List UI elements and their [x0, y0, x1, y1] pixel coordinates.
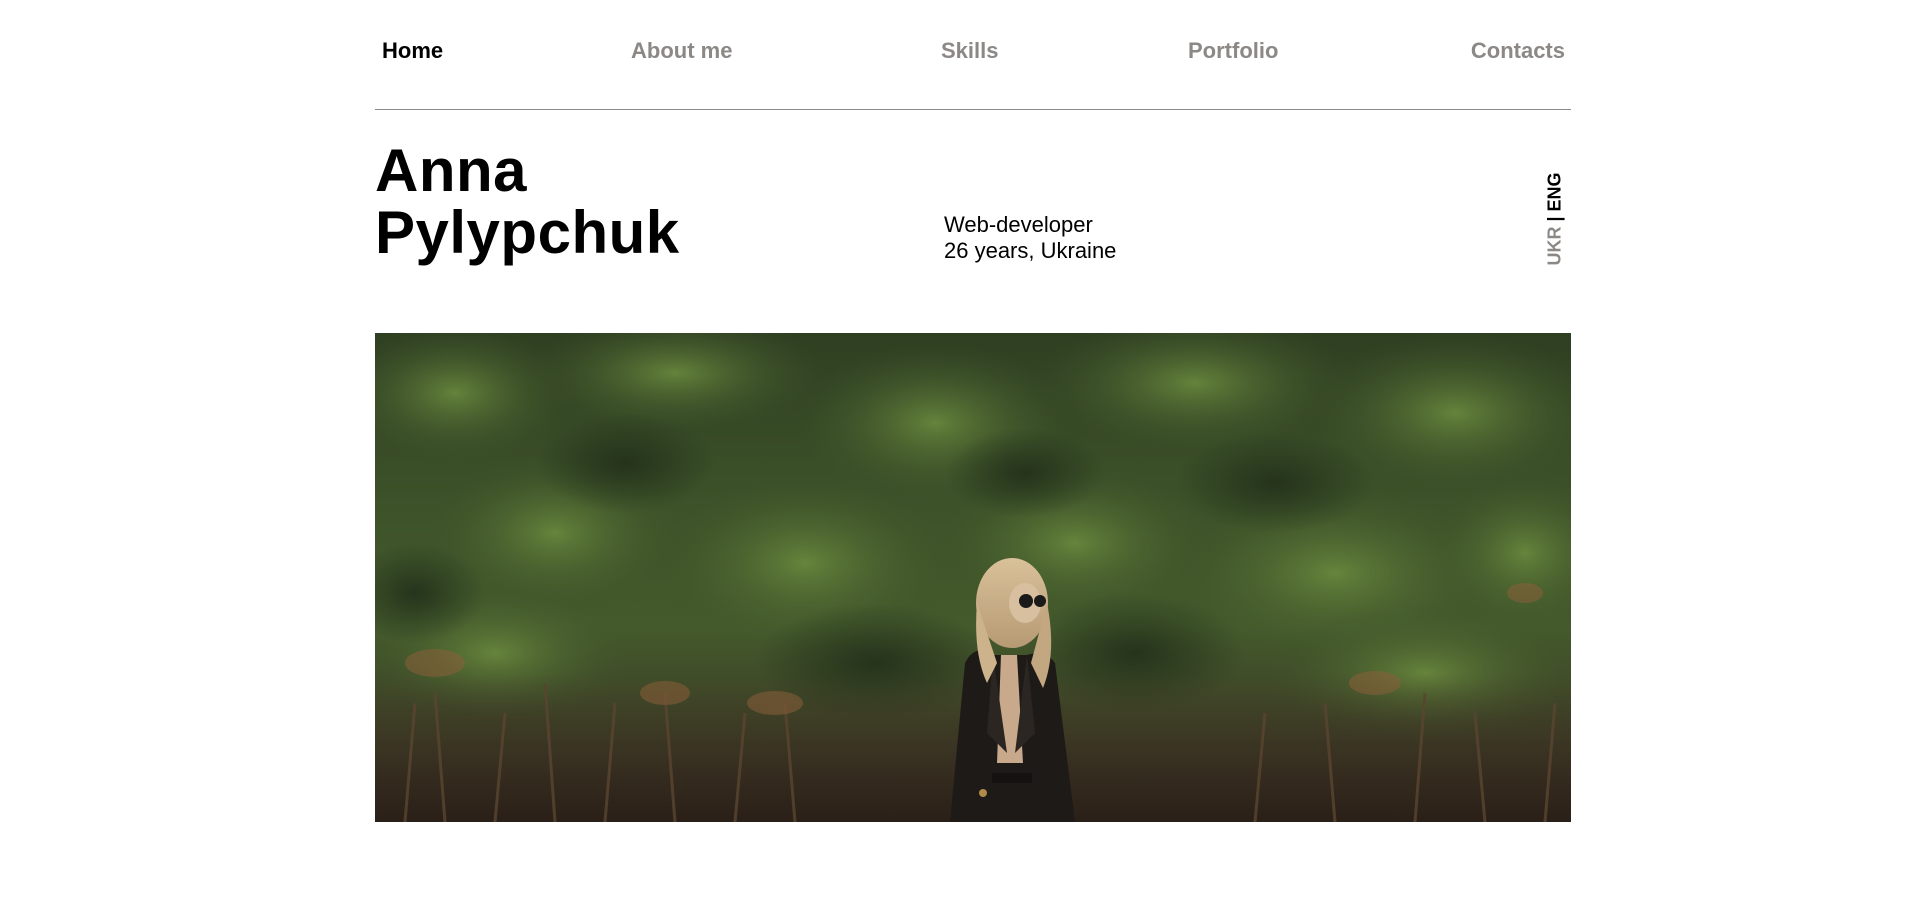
- hero-header: Anna Pylypchuk Web-developer 26 years, U…: [375, 110, 1571, 334]
- page-title: Anna Pylypchuk: [375, 140, 680, 264]
- bio: Web-developer 26 years, Ukraine: [944, 212, 1116, 264]
- nav-item-about[interactable]: About me: [631, 38, 732, 64]
- lang-ukr[interactable]: UKR: [1545, 227, 1565, 266]
- nav-item-home[interactable]: Home: [382, 38, 443, 64]
- age-location-text: 26 years, Ukraine: [944, 238, 1117, 263]
- nav-item-portfolio[interactable]: Portfolio: [1188, 38, 1278, 64]
- name-first: Anna: [375, 137, 527, 204]
- main-container: Home About me Skills Portfolio Contacts …: [375, 0, 1571, 822]
- name-last: Pylypchuk: [375, 199, 680, 266]
- top-nav: Home About me Skills Portfolio Contacts: [375, 0, 1571, 110]
- nav-item-contacts[interactable]: Contacts: [1471, 38, 1565, 64]
- lang-separator: |: [1544, 216, 1565, 222]
- page: Home About me Skills Portfolio Contacts …: [0, 0, 1920, 914]
- nav-item-skills[interactable]: Skills: [941, 38, 998, 64]
- lang-eng[interactable]: ENG: [1545, 172, 1565, 211]
- language-switcher: UKR | ENG: [1542, 171, 1568, 267]
- role-text: Web-developer: [944, 212, 1093, 237]
- hero-photo: [375, 333, 1571, 822]
